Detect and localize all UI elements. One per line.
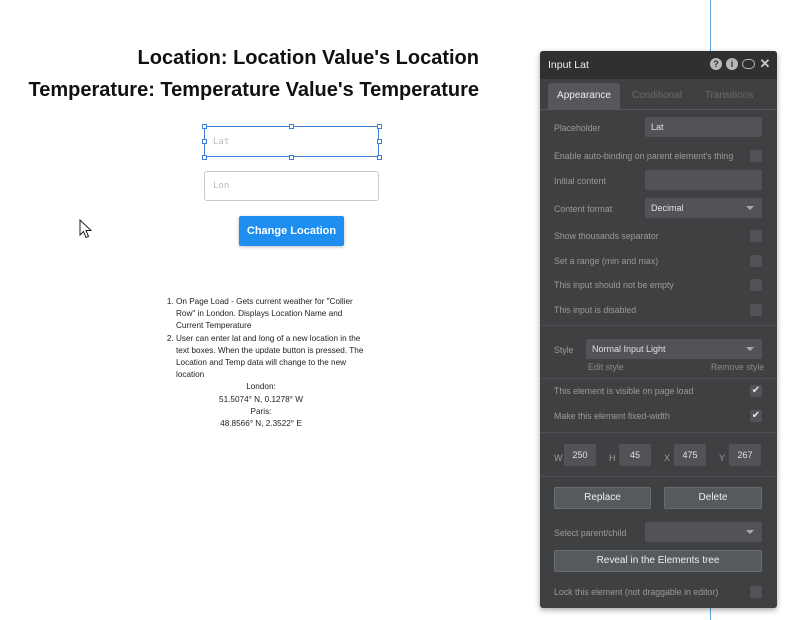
range-label: Set a range (min and max) [554, 256, 659, 266]
remove-style-link[interactable]: Remove style [711, 362, 764, 372]
width-label: W [554, 453, 563, 463]
tab-conditional[interactable]: Conditional [626, 83, 688, 109]
lon-input[interactable]: Lon [204, 171, 379, 201]
info-icon[interactable]: i [726, 58, 738, 70]
tab-appearance[interactable]: Appearance [548, 83, 620, 109]
replace-button[interactable]: Replace [554, 487, 651, 509]
paris-label: Paris: [250, 406, 272, 416]
y-field[interactable]: 267 [729, 444, 761, 466]
instructions-text: On Page Load - Gets current weather for … [166, 296, 366, 430]
lat-placeholder: Lat [213, 136, 230, 147]
divider [540, 378, 777, 379]
initial-content-field[interactable] [645, 170, 762, 190]
panel-title: Input Lat [548, 59, 589, 71]
not-empty-checkbox[interactable] [750, 279, 762, 291]
disabled-label: This input is disabled [554, 305, 637, 315]
lat-input[interactable]: Lat [204, 126, 379, 157]
range-checkbox[interactable] [750, 255, 762, 267]
paris-coords: 48.8566° N, 2.3522° E [220, 419, 302, 429]
x-label: X [664, 453, 671, 463]
thousands-separator-label: Show thousands separator [554, 231, 659, 241]
visible-on-load-checkbox[interactable]: ✔ [750, 385, 762, 397]
instruction-item: On Page Load - Gets current weather for … [176, 296, 366, 333]
divider [540, 476, 777, 477]
location-heading: Location: Location Value's Location [137, 47, 479, 69]
london-coords: 51.5074° N, 0.1278° W [219, 394, 303, 404]
fixed-width-label: Make this element fixed-width [554, 411, 670, 421]
selection-handle[interactable] [377, 124, 382, 129]
content-format-label: Content format [554, 204, 613, 214]
lock-element-label: Lock this element (not draggable in edit… [554, 587, 719, 597]
fixed-width-checkbox[interactable]: ✔ [750, 410, 762, 422]
comment-icon[interactable] [742, 59, 755, 69]
selection-handle[interactable] [377, 139, 382, 144]
placeholder-field[interactable]: Lat [645, 117, 762, 137]
change-location-button[interactable]: Change Location [239, 216, 344, 246]
selection-handle[interactable] [202, 124, 207, 129]
selection-handle[interactable] [202, 155, 207, 160]
initial-content-label: Initial content [554, 176, 606, 186]
mouse-cursor-icon [79, 219, 93, 239]
disabled-checkbox[interactable] [750, 304, 762, 316]
property-editor-panel: Input Lat ? i ✕ Appearance Conditional T… [540, 51, 777, 608]
select-parent-dropdown[interactable] [645, 522, 762, 542]
tab-transitions[interactable]: Transitions [698, 83, 760, 109]
selection-handle[interactable] [202, 139, 207, 144]
selection-handle[interactable] [377, 155, 382, 160]
selection-handle[interactable] [289, 155, 294, 160]
reveal-in-elements-tree-button[interactable]: Reveal in the Elements tree [554, 550, 762, 572]
height-label: H [609, 453, 616, 463]
temperature-heading: Temperature: Temperature Value's Tempera… [28, 79, 479, 101]
visible-on-load-label: This element is visible on page load [554, 386, 694, 396]
autobinding-label: Enable auto-binding on parent element's … [554, 151, 734, 161]
y-label: Y [719, 453, 726, 463]
panel-header[interactable]: Input Lat ? i ✕ [540, 51, 777, 79]
divider [540, 325, 777, 326]
selection-handle[interactable] [289, 124, 294, 129]
style-label: Style [554, 345, 574, 355]
london-label: London: [246, 382, 276, 392]
lon-placeholder: Lon [213, 181, 230, 191]
delete-button[interactable]: Delete [664, 487, 762, 509]
content-format-select[interactable]: Decimal [645, 198, 762, 218]
select-parent-label: Select parent/child [554, 528, 627, 538]
style-select[interactable]: Normal Input Light [586, 339, 762, 359]
placeholder-label: Placeholder [554, 123, 601, 133]
thousands-separator-checkbox[interactable] [750, 230, 762, 242]
x-field[interactable]: 475 [674, 444, 706, 466]
width-field[interactable]: 250 [564, 444, 596, 466]
edit-style-link[interactable]: Edit style [588, 362, 624, 372]
instruction-item: User can enter lat and long of a new loc… [176, 333, 366, 382]
close-icon[interactable]: ✕ [759, 57, 771, 70]
help-icon[interactable]: ? [710, 58, 722, 70]
not-empty-label: This input should not be empty [554, 280, 674, 290]
tab-underline [540, 109, 777, 110]
lock-element-checkbox[interactable] [750, 586, 762, 598]
divider [540, 432, 777, 433]
height-field[interactable]: 45 [619, 444, 651, 466]
autobinding-checkbox[interactable] [750, 150, 762, 162]
